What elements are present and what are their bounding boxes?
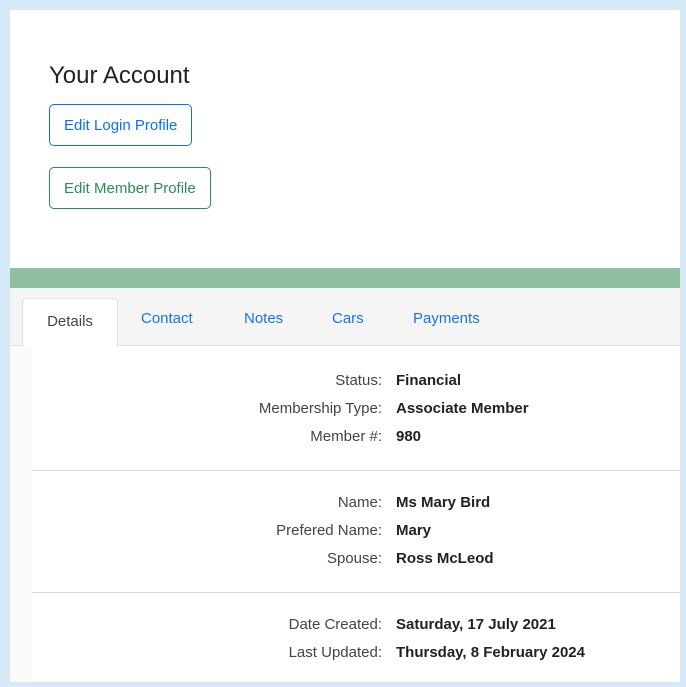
tab-payments[interactable]: Payments bbox=[413, 310, 480, 327]
spouse-row: Spouse: Ross McLeod bbox=[10, 550, 680, 574]
divider-band bbox=[10, 268, 680, 288]
date-created-row: Date Created: Saturday, 17 July 2021 bbox=[10, 616, 680, 640]
page-title: Your Account bbox=[49, 62, 190, 89]
page-frame: Your Account Edit Login Profile Edit Mem… bbox=[10, 10, 680, 682]
membership-type-label: Membership Type: bbox=[258, 400, 382, 417]
member-number-label: Member #: bbox=[310, 428, 382, 445]
last-updated-label: Last Updated: bbox=[288, 644, 382, 661]
tab-bar: Details Contact Notes Cars Payments bbox=[10, 288, 680, 347]
spouse-value: Ross McLeod bbox=[396, 550, 494, 567]
tab-details[interactable]: Details bbox=[22, 298, 118, 347]
edit-member-profile-button[interactable]: Edit Member Profile bbox=[49, 167, 211, 209]
name-value: Ms Mary Bird bbox=[396, 494, 491, 511]
last-updated-row: Last Updated: Thursday, 8 February 2024 bbox=[10, 644, 680, 668]
edit-login-profile-button[interactable]: Edit Login Profile bbox=[49, 104, 193, 146]
member-number-row: Member #: 980 bbox=[10, 428, 680, 452]
tab-notes[interactable]: Notes bbox=[244, 310, 283, 327]
preferred-name-value: Mary bbox=[396, 522, 432, 539]
date-created-label: Date Created: bbox=[288, 616, 382, 633]
top-strip bbox=[10, 10, 680, 26]
tab-cars[interactable]: Cars bbox=[332, 310, 364, 327]
membership-type-value: Associate Member bbox=[396, 400, 529, 417]
account-section: Your Account Edit Login Profile Edit Mem… bbox=[10, 26, 680, 268]
preferred-name-row: Prefered Name: Mary bbox=[10, 522, 680, 546]
last-updated-value: Thursday, 8 February 2024 bbox=[396, 644, 585, 661]
status-row: Status: Financial bbox=[10, 372, 680, 396]
status-label: Status: bbox=[335, 372, 382, 389]
tab-contact[interactable]: Contact bbox=[141, 310, 193, 327]
member-number-value: 980 bbox=[396, 428, 422, 445]
section-divider bbox=[32, 470, 680, 471]
membership-type-row: Membership Type: Associate Member bbox=[10, 400, 680, 424]
name-row: Name: Ms Mary Bird bbox=[10, 494, 680, 518]
name-label: Name: bbox=[337, 494, 382, 511]
section-divider bbox=[32, 592, 680, 593]
date-created-value: Saturday, 17 July 2021 bbox=[396, 616, 556, 633]
spouse-label: Spouse: bbox=[326, 550, 382, 567]
status-value: Financial bbox=[396, 372, 462, 389]
preferred-name-label: Prefered Name: bbox=[276, 522, 382, 539]
details-panel: Details Contact Notes Cars Payments Stat… bbox=[10, 288, 680, 682]
